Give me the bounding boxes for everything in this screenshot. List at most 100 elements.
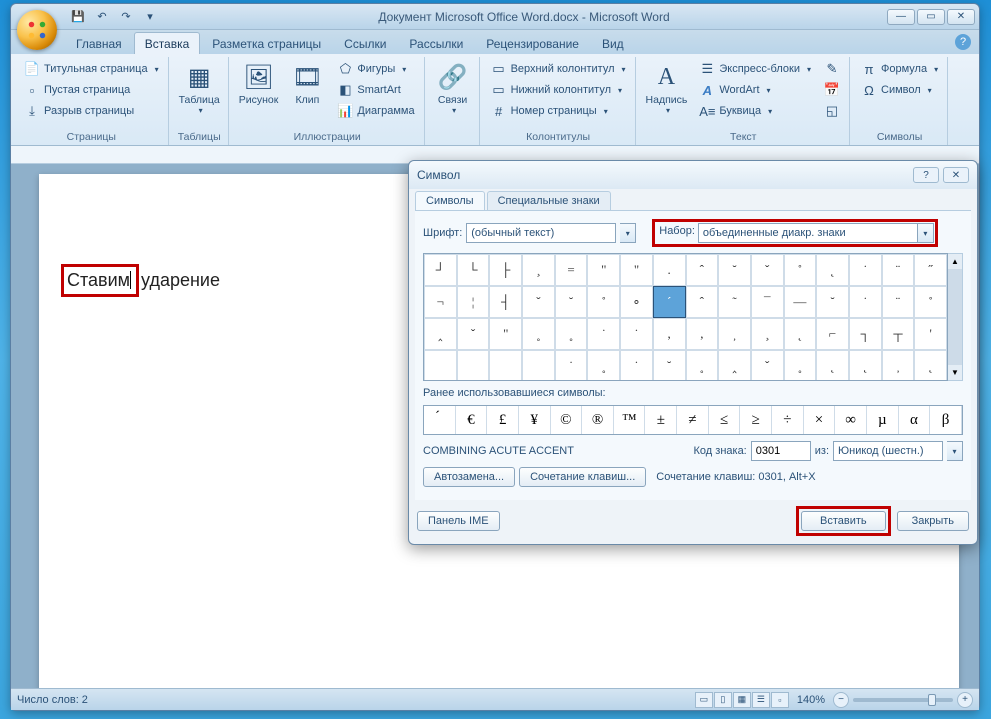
recent-symbol-cell[interactable]: ¥: [519, 406, 551, 434]
tab-page-layout[interactable]: Разметка страницы: [201, 32, 332, 54]
symbol-cell[interactable]: ˙: [555, 350, 588, 381]
reading-view[interactable]: ▯: [714, 692, 732, 708]
links-button[interactable]: 🔗Связи: [431, 59, 475, 141]
symbol-cell[interactable]: ¯: [751, 286, 784, 318]
dialog-titlebar[interactable]: Символ ? ✕: [409, 161, 977, 189]
tab-review[interactable]: Рецензирование: [475, 32, 590, 54]
symbol-cell[interactable]: ˙: [849, 286, 882, 318]
symbol-cell[interactable]: ¨: [882, 254, 915, 286]
recent-symbol-cell[interactable]: ±: [645, 406, 677, 434]
symbol-scrollbar[interactable]: ▲ ▼: [948, 253, 963, 381]
redo-icon[interactable]: ↷: [115, 7, 137, 27]
recent-symbol-cell[interactable]: ®: [582, 406, 614, 434]
recent-symbol-cell[interactable]: ≤: [709, 406, 741, 434]
ime-panel-button[interactable]: Панель IME: [417, 511, 500, 531]
subset-dropdown[interactable]: объединенные диакр. знаки: [698, 223, 918, 243]
symbol-cell[interactable]: ˙: [620, 318, 653, 350]
symbol-cell[interactable]: ̨: [849, 350, 882, 381]
char-code-input[interactable]: [751, 441, 811, 461]
symbol-cell[interactable]: ˳: [555, 318, 588, 350]
print-layout-view[interactable]: ▭: [695, 692, 713, 708]
quick-parts-button[interactable]: ☰Экспресс-блоки: [694, 59, 816, 79]
symbol-cell[interactable]: ̧: [751, 318, 784, 350]
symbol-cell[interactable]: ˳: [587, 350, 620, 381]
wordart-button[interactable]: AWordArt: [694, 80, 816, 100]
symbol-cell[interactable]: ¸: [522, 254, 555, 286]
symbol-cell[interactable]: ˳: [522, 318, 555, 350]
equation-button[interactable]: πФормула: [856, 59, 943, 79]
symbol-cell[interactable]: ˘: [555, 286, 588, 318]
textbox-button[interactable]: AНадпись: [642, 59, 692, 129]
zoom-slider[interactable]: − +: [833, 692, 973, 708]
symbol-cell[interactable]: ˛: [816, 350, 849, 381]
help-icon[interactable]: ?: [955, 34, 971, 50]
minimize-button[interactable]: —: [887, 9, 915, 25]
shapes-button[interactable]: ⬠Фигуры: [332, 59, 419, 79]
symbol-cell[interactable]: ˛: [914, 350, 947, 381]
scroll-up-icon[interactable]: ▲: [948, 254, 962, 269]
symbol-cell[interactable]: ˛: [816, 254, 849, 286]
document-text[interactable]: Ставим ударение: [61, 270, 220, 290]
symbol-cell[interactable]: [522, 350, 555, 381]
cancel-button[interactable]: Закрыть: [897, 511, 969, 531]
autocorrect-button[interactable]: Автозамена...: [423, 467, 515, 487]
symbol-cell[interactable]: ˙: [620, 350, 653, 381]
symbol-cell[interactable]: ˘: [816, 286, 849, 318]
symbol-cell[interactable]: ‸: [718, 350, 751, 381]
shortcut-button[interactable]: Сочетание клавиш...: [519, 467, 646, 487]
symbol-cell[interactable]: ": [587, 254, 620, 286]
title-page-button[interactable]: 📄Титульная страница: [19, 59, 164, 79]
scroll-track[interactable]: [948, 269, 962, 365]
symbol-cell[interactable]: [424, 350, 457, 381]
close-button[interactable]: ✕: [947, 9, 975, 25]
chart-button[interactable]: 📊Диаграмма: [332, 101, 419, 121]
tab-references[interactable]: Ссылки: [333, 32, 397, 54]
symbol-cell[interactable]: ,: [653, 318, 686, 350]
symbol-cell[interactable]: ¦: [457, 286, 490, 318]
symbol-cell[interactable]: [457, 350, 490, 381]
outline-view[interactable]: ☰: [752, 692, 770, 708]
symbol-cell[interactable]: ˇ: [751, 254, 784, 286]
date-button[interactable]: 📅: [819, 80, 845, 100]
scroll-down-icon[interactable]: ▼: [948, 365, 962, 380]
tab-mailings[interactable]: Рассылки: [398, 32, 474, 54]
zoom-thumb[interactable]: [928, 694, 936, 706]
symbol-cell[interactable]: =: [555, 254, 588, 286]
symbol-cell[interactable]: ˝: [914, 254, 947, 286]
zoom-out-button[interactable]: −: [833, 692, 849, 708]
picture-button[interactable]: 🖼Рисунок: [235, 59, 283, 129]
recent-symbol-cell[interactable]: ≠: [677, 406, 709, 434]
symbol-cell[interactable]: ˳: [784, 350, 817, 381]
symbol-cell[interactable]: ˇ: [522, 286, 555, 318]
symbol-cell[interactable]: ┐: [849, 318, 882, 350]
page-break-button[interactable]: ⤓Разрыв страницы: [19, 101, 164, 121]
recent-symbol-cell[interactable]: ∞: [835, 406, 867, 434]
dialog-help-button[interactable]: ?: [913, 167, 939, 183]
symbol-cell[interactable]: ̦: [882, 350, 915, 381]
office-button[interactable]: [17, 10, 57, 50]
save-icon[interactable]: 💾: [67, 7, 89, 27]
tab-special-chars[interactable]: Специальные знаки: [487, 191, 611, 210]
symbol-cell[interactable]: ˘: [653, 350, 686, 381]
subset-dropdown-arrow[interactable]: ▾: [918, 223, 934, 243]
undo-icon[interactable]: ↶: [91, 7, 113, 27]
symbol-cell[interactable]: ˚: [587, 286, 620, 318]
symbol-cell[interactable]: ˙: [849, 254, 882, 286]
symbol-cell[interactable]: ˚: [914, 286, 947, 318]
symbol-cell[interactable]: ┬: [882, 318, 915, 350]
symbol-cell[interactable]: ┘: [424, 254, 457, 286]
symbol-cell[interactable]: ‸: [424, 318, 457, 350]
tab-symbols[interactable]: Символы: [415, 191, 485, 210]
recent-symbol-cell[interactable]: ©: [551, 406, 583, 434]
recent-symbol-cell[interactable]: ́: [424, 406, 456, 434]
from-dropdown[interactable]: Юникод (шестн.): [833, 441, 943, 461]
dialog-close-button[interactable]: ✕: [943, 167, 969, 183]
symbol-cell[interactable]: ,: [686, 318, 719, 350]
recent-symbol-cell[interactable]: £: [487, 406, 519, 434]
zoom-in-button[interactable]: +: [957, 692, 973, 708]
symbol-cell[interactable]: ̦: [718, 318, 751, 350]
web-view[interactable]: ▦: [733, 692, 751, 708]
table-button[interactable]: ▦Таблица: [175, 59, 224, 129]
symbol-cell[interactable]: ˆ: [686, 286, 719, 318]
drop-cap-button[interactable]: A≡Буквица: [694, 101, 816, 121]
